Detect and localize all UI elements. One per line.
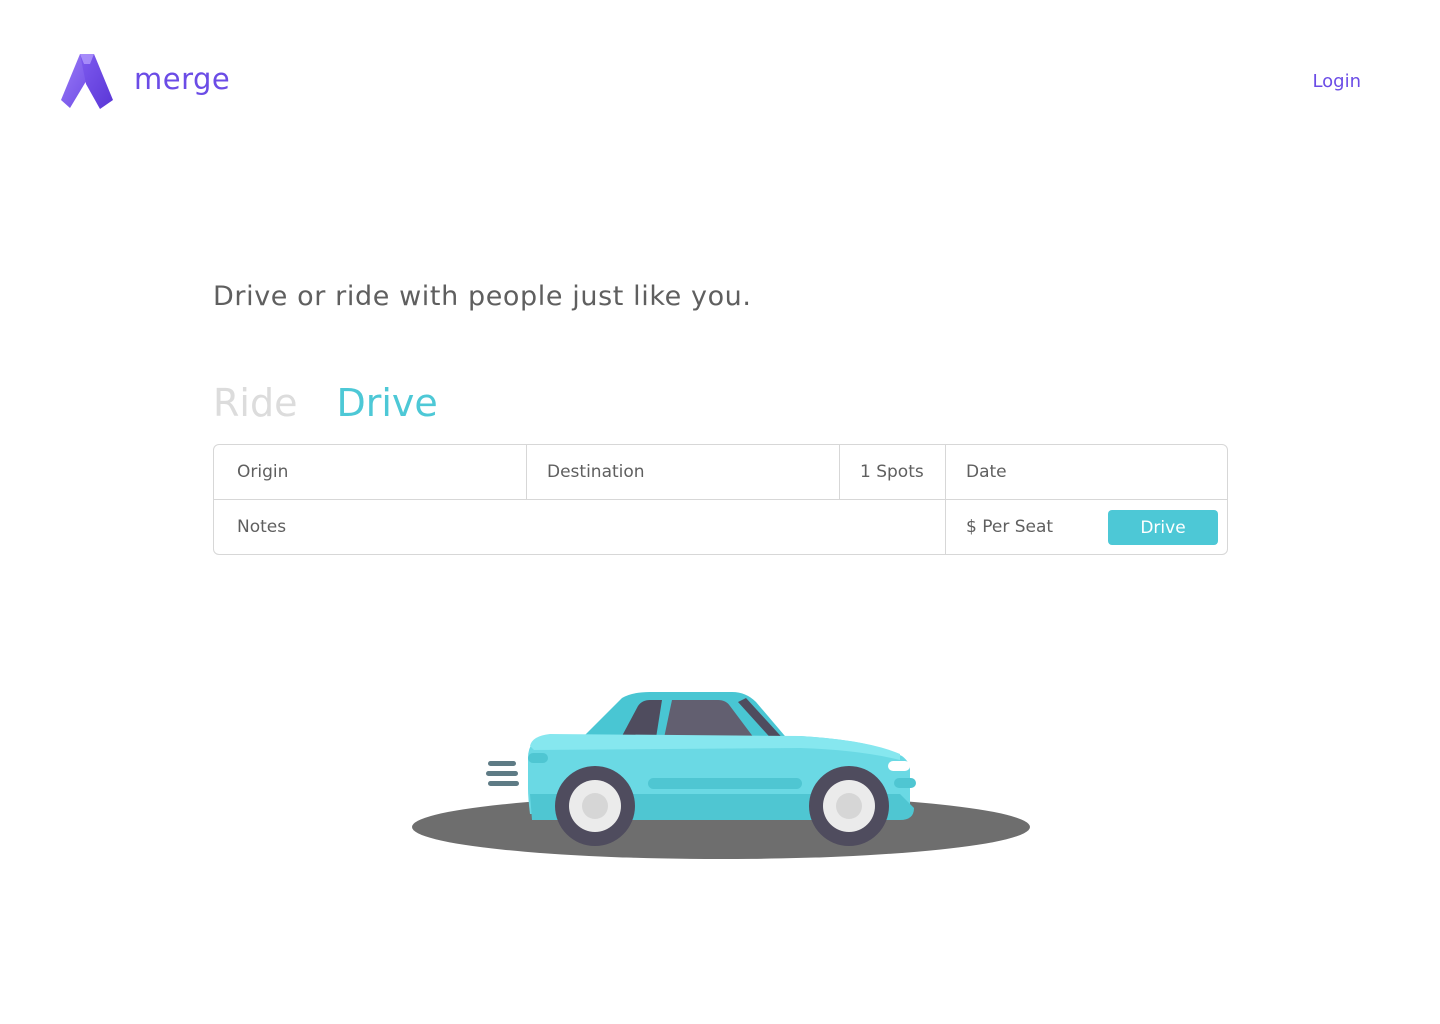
tab-drive[interactable]: Drive bbox=[336, 379, 437, 427]
tab-ride[interactable]: Ride bbox=[213, 379, 297, 427]
destination-input[interactable] bbox=[527, 445, 839, 499]
price-per-seat-input[interactable] bbox=[946, 500, 1106, 554]
landing-page: merge Login Drive or ride with people ju… bbox=[0, 0, 1440, 1024]
front-wheel bbox=[809, 766, 889, 846]
car-illustration bbox=[412, 692, 1030, 859]
brand-logo[interactable]: merge bbox=[60, 54, 230, 110]
notes-input[interactable] bbox=[214, 500, 945, 554]
drive-form: Drive bbox=[213, 444, 1228, 555]
form-row-details: Drive bbox=[214, 500, 1227, 554]
car-bumper-light bbox=[894, 778, 916, 788]
rear-wheel bbox=[555, 766, 635, 846]
login-link[interactable]: Login bbox=[1312, 71, 1361, 92]
mode-tabs: Ride Drive bbox=[213, 379, 477, 427]
car-side-stripe bbox=[648, 778, 802, 789]
car-rear-light bbox=[528, 753, 548, 763]
speed-lines-icon bbox=[486, 761, 519, 786]
brand-name: merge bbox=[134, 61, 231, 96]
merge-logo-icon bbox=[61, 54, 113, 109]
car-head-light bbox=[888, 761, 910, 771]
form-row-route bbox=[214, 445, 1227, 500]
page-tagline: Drive or ride with people just like you. bbox=[213, 281, 752, 312]
date-input[interactable] bbox=[946, 445, 1227, 499]
spots-input[interactable] bbox=[840, 445, 946, 499]
drive-submit-button[interactable]: Drive bbox=[1108, 510, 1218, 545]
origin-input[interactable] bbox=[214, 445, 526, 499]
